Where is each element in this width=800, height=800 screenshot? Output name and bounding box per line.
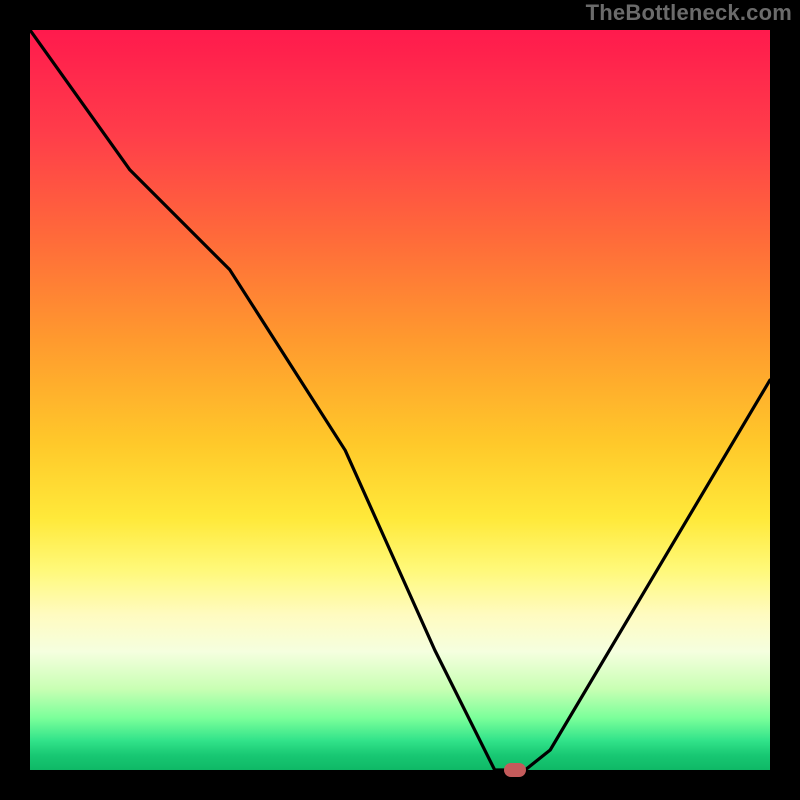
bottleneck-curve <box>30 30 770 770</box>
plot-area <box>30 30 770 770</box>
chart-frame: TheBottleneck.com <box>0 0 800 800</box>
watermark-text: TheBottleneck.com <box>586 0 792 26</box>
optimal-marker <box>504 763 526 777</box>
